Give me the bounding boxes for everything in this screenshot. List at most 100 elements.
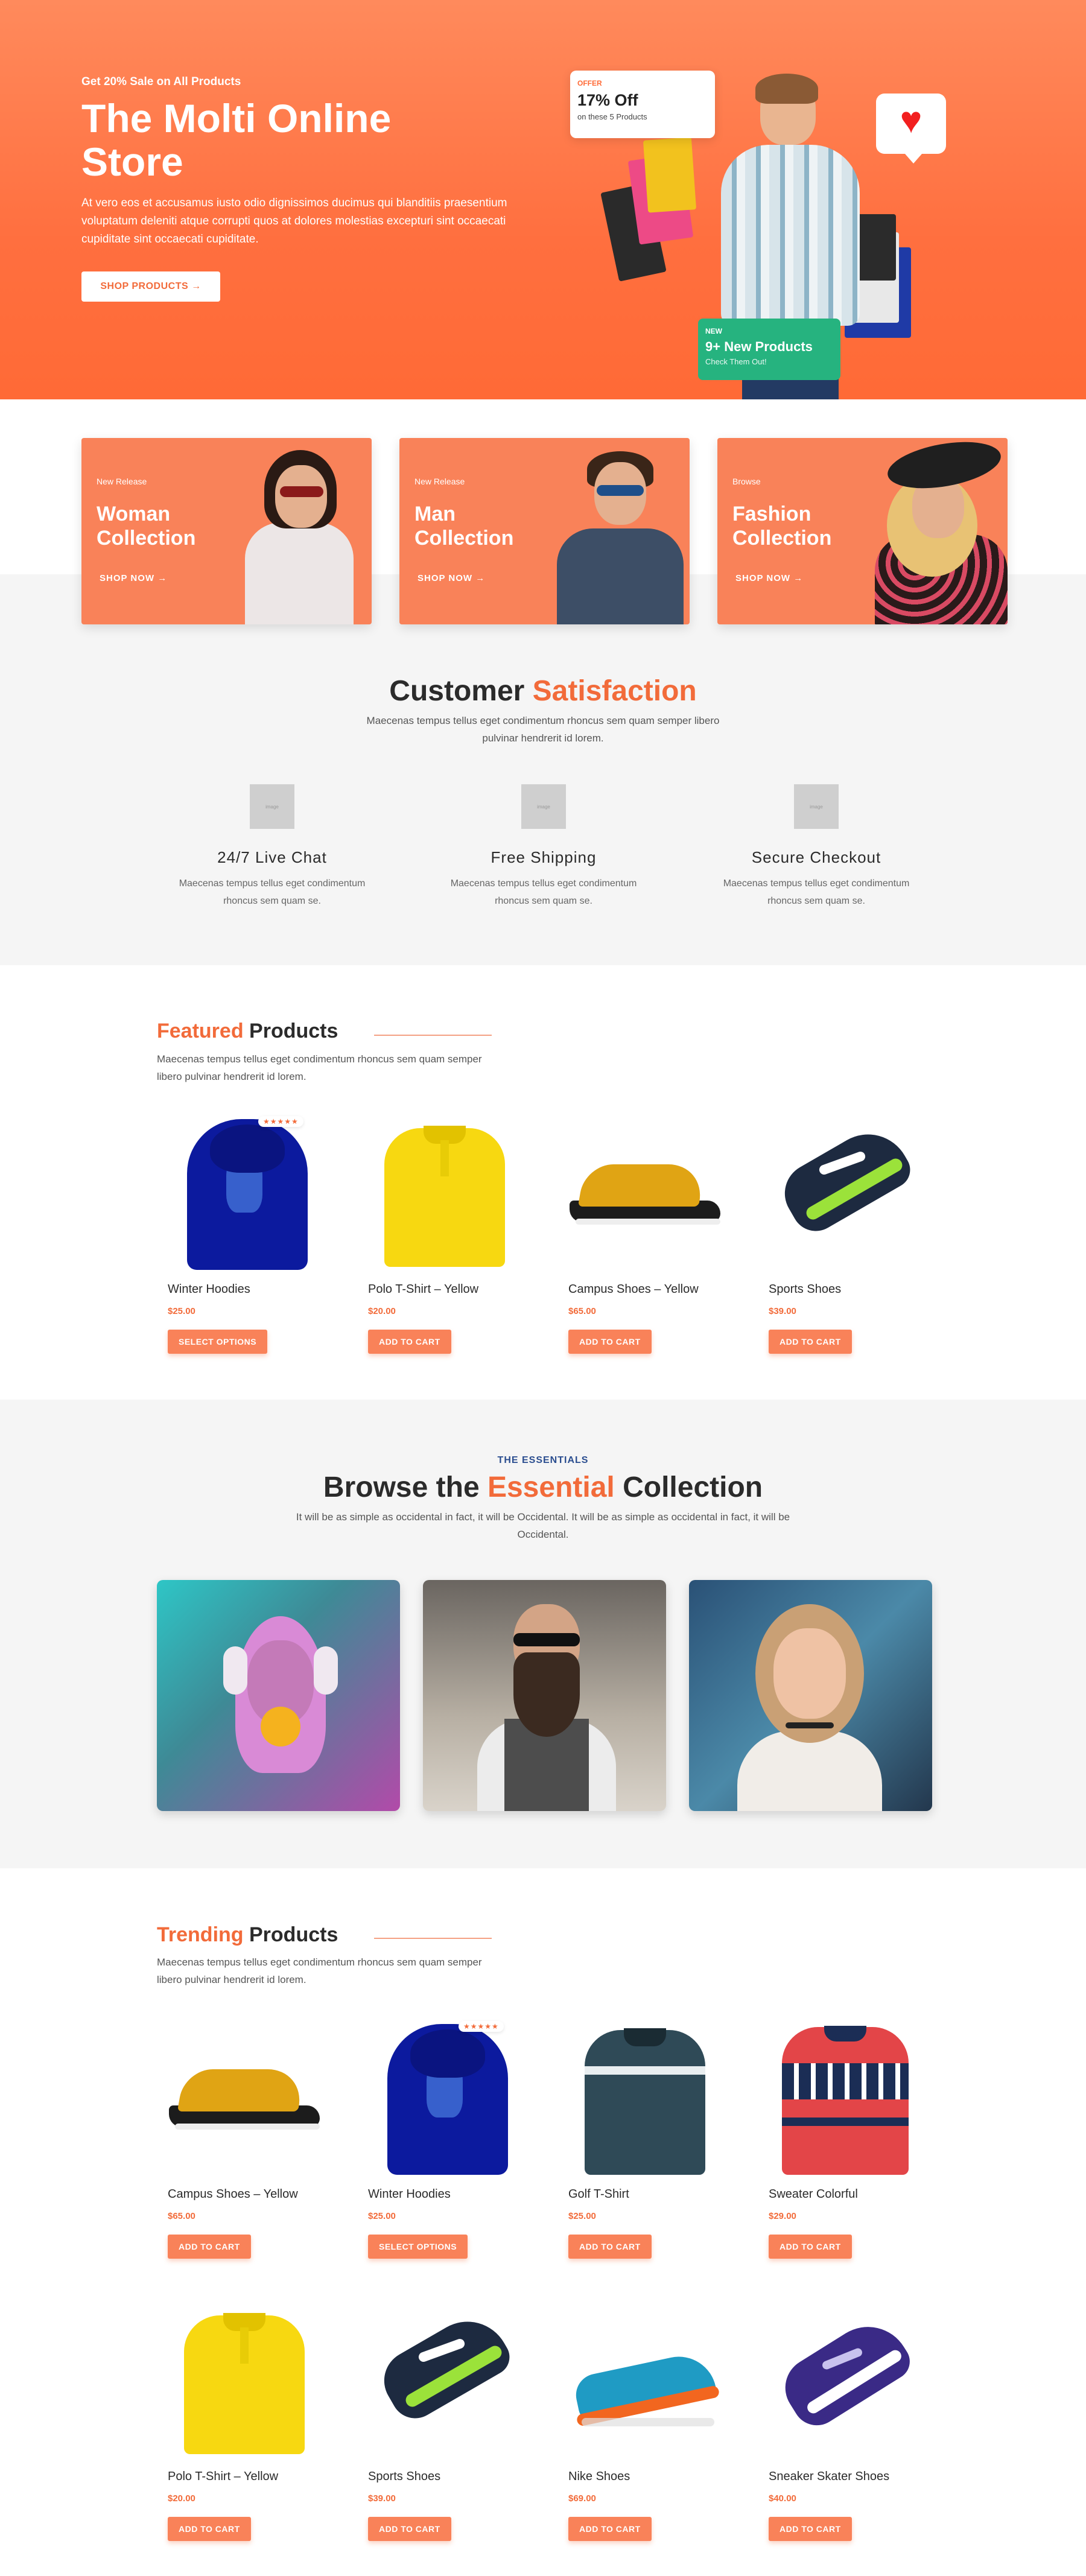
offer-kicker: OFFER: [577, 79, 602, 87]
hero-kicker: Get 20% Sale on All Products: [81, 75, 241, 88]
trending-subtitle: Maecenas tempus tellus eget condimentum …: [157, 1956, 482, 1985]
woman-model-image: [227, 438, 372, 624]
shop-now-link[interactable]: SHOP NOW →: [100, 573, 167, 583]
campus-shoe-image: [157, 2015, 332, 2184]
collection-kicker: New Release: [414, 477, 465, 486]
sports-shoe-image: [758, 1110, 933, 1279]
hoodie-image: [157, 1110, 332, 1279]
hero-title: The Molti Online Store: [81, 96, 392, 184]
sneaker-skater-shoe-image: [758, 2297, 933, 2466]
new-products-card[interactable]: NEW 9+ New Products Check Them Out!: [698, 319, 840, 380]
new-subtitle: Check Them Out!: [705, 357, 767, 366]
product-card[interactable]: Polo T-Shirt – Yellow $20.00 ADD TO CART: [357, 1110, 532, 1375]
product-card[interactable]: Sports Shoes $39.00 ADD TO CART: [357, 2297, 532, 2563]
product-card[interactable]: Campus Shoes – Yellow $65.00 ADD TO CART: [557, 1110, 732, 1375]
product-name[interactable]: Polo T-Shirt – Yellow: [368, 1283, 478, 1296]
heart-bubble: ♥: [876, 94, 946, 163]
essentials-title: Browse the Essential Collection: [323, 1471, 763, 1503]
product-name[interactable]: Sports Shoes: [368, 2470, 440, 2484]
product-card[interactable]: ★★★★★ Winter Hoodies $25.00 SELECT OPTIO…: [357, 2015, 532, 2280]
feature-title: 24/7 Live Chat: [217, 848, 327, 866]
hoodie-image: [357, 2015, 532, 2184]
product-price: $25.00: [368, 2211, 396, 2221]
product-name[interactable]: Winter Hoodies: [368, 2187, 451, 2201]
essential-photo-girl[interactable]: [689, 1580, 932, 1811]
polo-shirt-image: [357, 1110, 532, 1279]
shop-products-button[interactable]: SHOP PRODUCTS →: [81, 271, 220, 302]
featured-subtitle: Maecenas tempus tellus eget condimentum …: [157, 1053, 482, 1082]
satisfaction-subtitle: Maecenas tempus tellus eget condimentum …: [366, 715, 720, 744]
product-price: $65.00: [568, 1306, 596, 1316]
product-price: $29.00: [769, 2211, 796, 2221]
featured-title: Featured Products: [157, 1020, 338, 1042]
campus-shoe-image: [557, 1110, 732, 1279]
rating-stars: ★★★★★: [258, 1116, 303, 1127]
product-card[interactable]: Golf T-Shirt $25.00 ADD TO CART: [557, 2015, 732, 2280]
product-name[interactable]: Golf T-Shirt: [568, 2187, 629, 2201]
collection-kicker: Browse: [732, 477, 761, 486]
collection-card-man[interactable]: New Release Man Collection SHOP NOW →: [399, 438, 690, 624]
free-shipping-icon: image: [521, 784, 566, 829]
product-card[interactable]: Sneaker Skater Shoes $40.00 ADD TO CART: [758, 2297, 933, 2563]
collection-kicker: New Release: [97, 477, 147, 486]
heading-divider: [374, 1035, 492, 1036]
add-to-cart-button[interactable]: ADD TO CART: [769, 2517, 852, 2541]
collection-title: Woman Collection: [97, 503, 196, 550]
satisfaction-title: Customer Satisfaction: [389, 675, 697, 707]
product-name[interactable]: Sports Shoes: [769, 1283, 841, 1296]
heading-divider: [374, 1938, 492, 1939]
product-card[interactable]: Campus Shoes – Yellow $65.00 ADD TO CART: [157, 2015, 332, 2280]
trending-title: Trending Products: [157, 1923, 338, 1946]
product-name[interactable]: Sneaker Skater Shoes: [769, 2470, 889, 2484]
essentials-subtitle: It will be as simple as occidental in fa…: [296, 1511, 790, 1540]
add-to-cart-button[interactable]: ADD TO CART: [568, 2517, 652, 2541]
product-price: $39.00: [368, 2493, 396, 2504]
product-card[interactable]: Sports Shoes $39.00 ADD TO CART: [758, 1110, 933, 1375]
product-card[interactable]: Polo T-Shirt – Yellow $20.00 ADD TO CART: [157, 2297, 332, 2563]
product-name[interactable]: Winter Hoodies: [168, 1283, 250, 1296]
product-price: $20.00: [368, 1306, 396, 1316]
offer-title: 17% Off: [577, 91, 638, 109]
collection-title: Fashion Collection: [732, 503, 832, 550]
heart-icon: ♥: [900, 100, 922, 141]
add-to-cart-button[interactable]: ADD TO CART: [368, 1330, 451, 1354]
product-card[interactable]: ★★★★★ Winter Hoodies $25.00 SELECT OPTIO…: [157, 1110, 332, 1375]
select-options-button[interactable]: SELECT OPTIONS: [368, 2235, 468, 2259]
shop-now-link[interactable]: SHOP NOW →: [418, 573, 485, 583]
feature-title: Secure Checkout: [751, 848, 881, 866]
polo-shirt-image: [157, 2297, 332, 2466]
select-options-button[interactable]: SELECT OPTIONS: [168, 1330, 268, 1354]
essentials-kicker: THE ESSENTIALS: [497, 1455, 589, 1465]
collection-card-woman[interactable]: New Release Woman Collection SHOP NOW →: [81, 438, 372, 624]
collection-card-fashion[interactable]: Browse Fashion Collection SHOP NOW →: [717, 438, 1008, 624]
offer-subtitle: on these 5 Products: [577, 112, 647, 121]
shop-now-link[interactable]: SHOP NOW →: [735, 573, 803, 583]
add-to-cart-button[interactable]: ADD TO CART: [368, 2517, 451, 2541]
essential-photo-headphones[interactable]: [157, 1580, 400, 1811]
product-name[interactable]: Sweater Colorful: [769, 2187, 858, 2201]
add-to-cart-button[interactable]: ADD TO CART: [769, 1330, 852, 1354]
new-kicker: NEW: [705, 327, 722, 335]
feature-description: Maecenas tempus tellus eget condimentum …: [179, 878, 366, 906]
product-price: $25.00: [168, 1306, 195, 1316]
product-price: $69.00: [568, 2493, 596, 2504]
add-to-cart-button[interactable]: ADD TO CART: [568, 2235, 652, 2259]
sports-shoe-image: [357, 2297, 532, 2466]
product-name[interactable]: Polo T-Shirt – Yellow: [168, 2470, 278, 2484]
add-to-cart-button[interactable]: ADD TO CART: [568, 1330, 652, 1354]
product-name[interactable]: Campus Shoes – Yellow: [568, 1283, 699, 1296]
nike-shoe-image: [557, 2297, 732, 2466]
product-name[interactable]: Campus Shoes – Yellow: [168, 2187, 298, 2201]
add-to-cart-button[interactable]: ADD TO CART: [769, 2235, 852, 2259]
product-price: $25.00: [568, 2211, 596, 2221]
add-to-cart-button[interactable]: ADD TO CART: [168, 2235, 251, 2259]
product-name[interactable]: Nike Shoes: [568, 2470, 630, 2484]
product-card[interactable]: Nike Shoes $69.00 ADD TO CART: [557, 2297, 732, 2563]
secure-checkout-icon: image: [794, 784, 839, 829]
add-to-cart-button[interactable]: ADD TO CART: [168, 2517, 251, 2541]
golf-shirt-image: [557, 2015, 732, 2184]
product-card[interactable]: Sweater Colorful $29.00 ADD TO CART: [758, 2015, 933, 2280]
live-chat-icon: image: [250, 784, 294, 829]
essential-photo-bearded-man[interactable]: [423, 1580, 666, 1811]
feature-description: Maecenas tempus tellus eget condimentum …: [450, 878, 637, 906]
